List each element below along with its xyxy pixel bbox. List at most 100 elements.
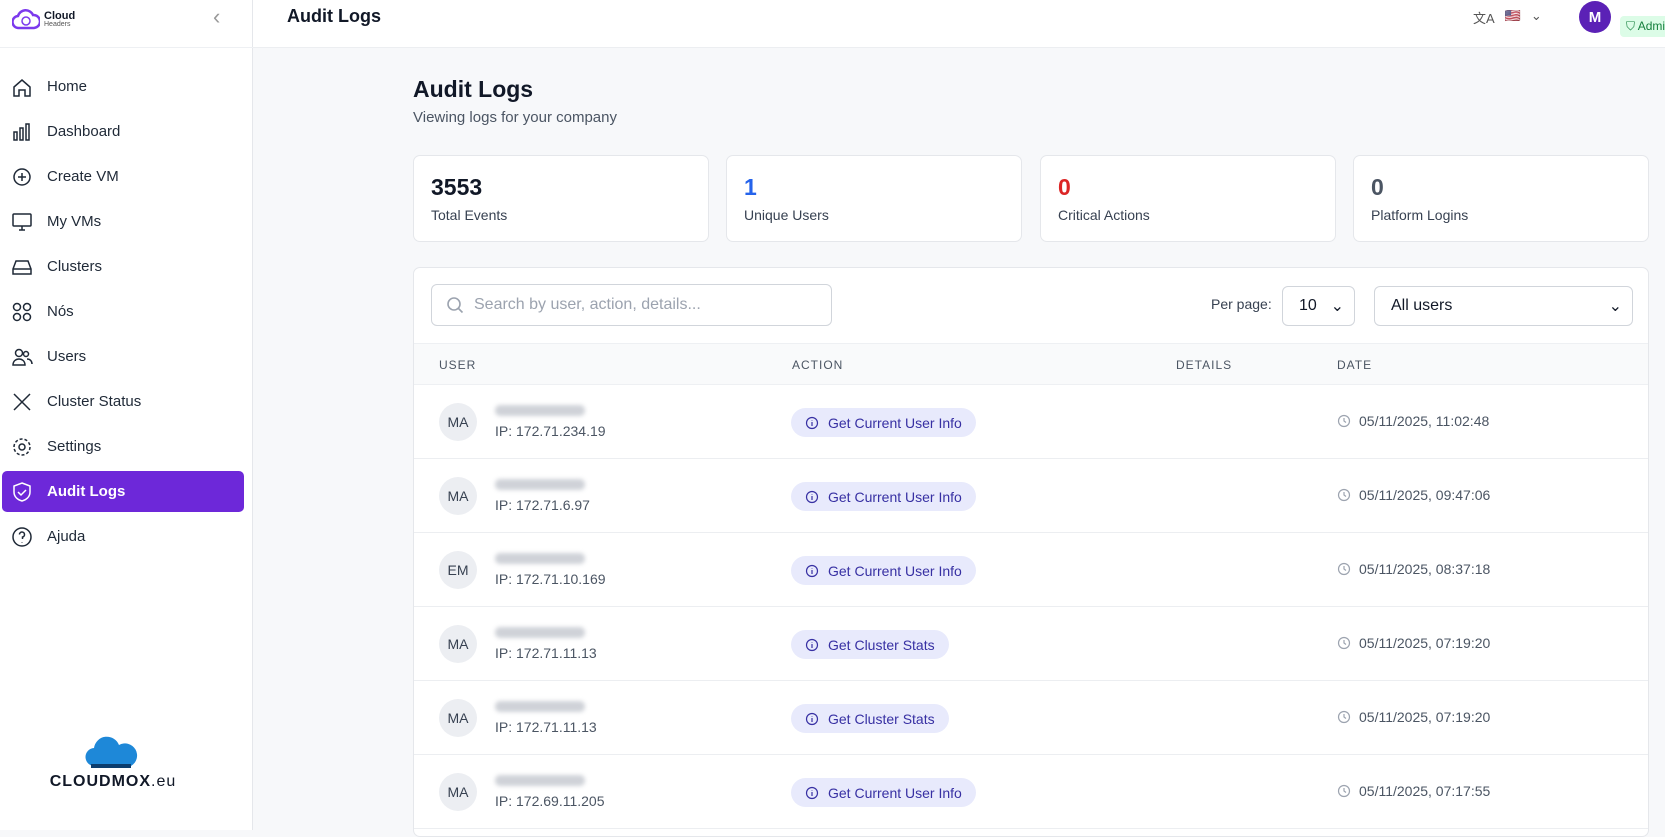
action-label: Get Current User Info xyxy=(828,785,962,801)
per-page-label: Per page: xyxy=(1211,296,1272,312)
cloudmox-brand: CLOUDMOX.eu xyxy=(48,736,178,791)
table-row[interactable]: MA IP: 172.69.11.205 Get Current User In… xyxy=(414,755,1648,829)
user-filter-select[interactable]: All users⌄ xyxy=(1374,286,1633,326)
stat-label: Platform Logins xyxy=(1371,207,1631,223)
action-label: Get Current User Info xyxy=(828,489,962,505)
date-text: 05/11/2025, 08:37:18 xyxy=(1359,561,1490,577)
sidebar-item-create-vm[interactable]: Create VM xyxy=(2,156,244,197)
sidebar-item-users[interactable]: Users xyxy=(2,336,244,377)
sidebar-item-label: Home xyxy=(47,78,87,95)
log-date: 05/11/2025, 08:37:18 xyxy=(1337,561,1490,577)
clock-icon xyxy=(1337,414,1351,428)
sidebar-item-audit-logs[interactable]: Audit Logs xyxy=(2,471,244,512)
date-text: 05/11/2025, 07:17:55 xyxy=(1359,783,1490,799)
date-text: 05/11/2025, 07:19:20 xyxy=(1359,635,1490,651)
sidebar-item-settings[interactable]: Settings xyxy=(2,426,244,467)
tools-icon xyxy=(11,391,33,413)
search-input[interactable]: Search by user, action, details... xyxy=(431,284,832,326)
sidebar-item-clusters[interactable]: Clusters xyxy=(2,246,244,287)
sidebar-item-ajuda[interactable]: Ajuda xyxy=(2,516,244,557)
action-badge: Get Current User Info xyxy=(791,482,976,511)
brand-name: CLOUDMOX xyxy=(50,773,151,790)
blurred-user-name xyxy=(495,701,585,712)
table-row[interactable]: EM IP: 172.71.10.169 Get Current User In… xyxy=(414,533,1648,607)
blurred-user-name xyxy=(495,627,585,638)
user-avatar: EM xyxy=(439,551,477,589)
user-ip: IP: 172.71.10.169 xyxy=(495,571,606,587)
per-page-select[interactable]: 10⌄ xyxy=(1282,286,1355,326)
cloud-brand-icon xyxy=(83,736,143,768)
info-icon xyxy=(805,416,819,430)
action-label: Get Current User Info xyxy=(828,415,962,431)
per-page-value: 10 xyxy=(1299,297,1317,315)
stat-label: Unique Users xyxy=(744,207,1004,223)
table-row[interactable]: MA IP: 172.71.11.13 Get Cluster Stats 05… xyxy=(414,607,1648,681)
user-avatar: MA xyxy=(439,477,477,515)
clock-icon xyxy=(1337,562,1351,576)
table-row[interactable]: MA IP: 172.71.11.13 Get Cluster Stats 05… xyxy=(414,681,1648,755)
logo-text: Cloud xyxy=(44,11,75,21)
user-ip: IP: 172.71.11.13 xyxy=(495,645,597,661)
action-badge: Get Current User Info xyxy=(791,408,976,437)
user-avatar: MA xyxy=(439,403,477,441)
sidebar-item-home[interactable]: Home xyxy=(2,66,244,107)
date-text: 05/11/2025, 09:47:06 xyxy=(1359,487,1490,503)
user-ip: IP: 172.69.11.205 xyxy=(495,793,605,809)
log-date: 05/11/2025, 07:19:20 xyxy=(1337,635,1490,651)
gear-icon xyxy=(11,436,33,458)
shield-check-icon xyxy=(11,481,33,503)
sidebar-item-cluster-status[interactable]: Cluster Status xyxy=(2,381,244,422)
collapse-sidebar-button[interactable]: ‹ xyxy=(213,4,220,30)
sidebar-item-label: Settings xyxy=(47,438,101,455)
action-badge: Get Current User Info xyxy=(791,778,976,807)
stat-label: Critical Actions xyxy=(1058,207,1318,223)
sidebar-item-label: My VMs xyxy=(47,213,101,230)
cloud-logo-icon xyxy=(12,6,40,32)
table-row[interactable]: MA IP: 172.71.6.97 Get Current User Info… xyxy=(414,459,1648,533)
stat-value: 1 xyxy=(744,174,1004,201)
action-badge: Get Current User Info xyxy=(791,556,976,585)
sidebar-item-n-s[interactable]: Nós xyxy=(2,291,244,332)
brand-suffix: .eu xyxy=(151,773,176,790)
column-details: DETAILS xyxy=(1176,358,1232,372)
bar-chart-icon xyxy=(11,121,33,143)
search-placeholder: Search by user, action, details... xyxy=(474,296,701,314)
action-badge: Get Cluster Stats xyxy=(791,630,949,659)
sidebar-item-my-vms[interactable]: My VMs xyxy=(2,201,244,242)
user-avatar: MA xyxy=(439,699,477,737)
search-icon xyxy=(446,296,464,314)
action-label: Get Cluster Stats xyxy=(828,637,935,653)
app-logo[interactable]: CloudHeaders xyxy=(12,6,75,32)
sidebar-item-label: Clusters xyxy=(47,258,102,275)
blurred-user-name xyxy=(495,553,585,564)
clock-icon xyxy=(1337,710,1351,724)
audit-log-panel: Search by user, action, details... Per p… xyxy=(413,267,1649,837)
sidebar-nav: Home Dashboard Create VM My VMs Clusters Nós U… xyxy=(2,66,244,561)
user-avatar: MA xyxy=(439,773,477,811)
action-label: Get Current User Info xyxy=(828,563,962,579)
language-selector[interactable]: 文A🇺🇸⌄ xyxy=(1473,8,1542,27)
shield-icon: ⛉ xyxy=(1626,19,1638,33)
date-text: 05/11/2025, 07:19:20 xyxy=(1359,709,1490,725)
blurred-user-name xyxy=(495,775,585,786)
sidebar-item-label: Dashboard xyxy=(47,123,120,140)
stat-value: 3553 xyxy=(431,174,691,201)
sidebar-item-label: Ajuda xyxy=(47,528,85,545)
user-ip: IP: 172.71.11.13 xyxy=(495,719,597,735)
top-bar: Audit Logs 文A🇺🇸⌄ M ⛉ Admin xyxy=(253,0,1665,48)
stat-label: Total Events xyxy=(431,207,691,223)
clock-icon xyxy=(1337,488,1351,502)
stat-card: 3553 Total Events xyxy=(413,155,709,242)
info-icon xyxy=(805,490,819,504)
users-icon xyxy=(11,346,33,368)
sidebar-item-dashboard[interactable]: Dashboard xyxy=(2,111,244,152)
us-flag-icon: 🇺🇸 xyxy=(1505,8,1521,27)
sidebar-item-label: Cluster Status xyxy=(47,393,141,410)
log-date: 05/11/2025, 07:19:20 xyxy=(1337,709,1490,725)
stat-card: 1 Unique Users xyxy=(726,155,1022,242)
table-row[interactable]: MA IP: 172.71.234.19 Get Current User In… xyxy=(414,385,1648,459)
user-avatar[interactable]: M xyxy=(1579,1,1611,33)
info-icon xyxy=(805,786,819,800)
sidebar-item-label: Nós xyxy=(47,303,74,320)
action-label: Get Cluster Stats xyxy=(828,711,935,727)
